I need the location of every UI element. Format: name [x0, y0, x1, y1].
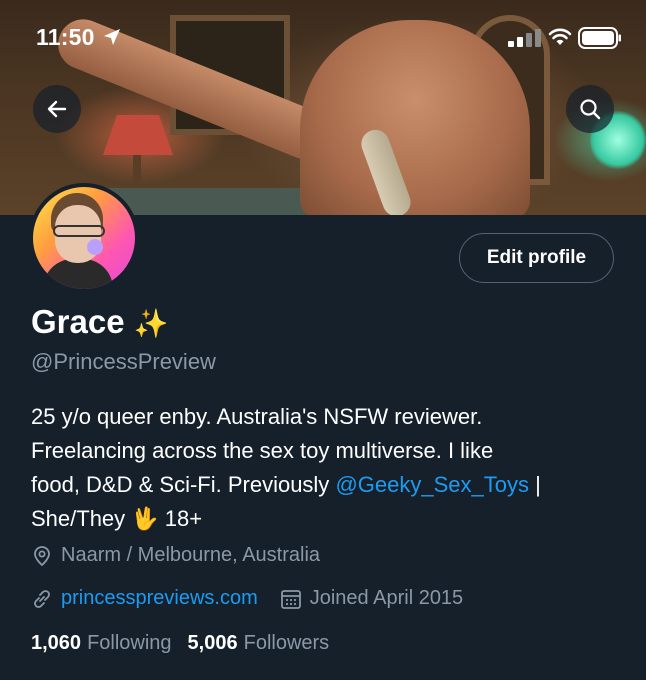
bio-text: 18+ — [158, 506, 203, 531]
edit-profile-button[interactable]: Edit profile — [459, 233, 614, 283]
back-arrow-icon — [47, 100, 67, 118]
profile-name-text: Grace — [31, 303, 125, 340]
avatar-toy — [87, 239, 103, 255]
bio-line: She/They 🖖 18+ — [31, 502, 621, 536]
following-link[interactable]: 1,060 Following — [31, 632, 172, 655]
bio-line: Freelancing across the sex toy multivers… — [31, 438, 494, 463]
follow-counts: 1,060 Following 5,006 Followers — [31, 632, 329, 655]
avatar-shirt — [43, 259, 113, 289]
location-row: Naarm / Melbourne, Australia — [31, 544, 320, 567]
link-icon — [34, 589, 50, 608]
status-bar: 11:50 — [0, 0, 646, 60]
sparkles-emoji: ✨ — [133, 308, 169, 339]
website-joined-row: princesspreviews.com Joined April 2015 — [31, 587, 463, 610]
status-time: 11:50 — [36, 24, 95, 50]
bio-line: food, D&D & Sci-Fi. Previously @Geeky_Se… — [31, 468, 621, 502]
calendar-icon — [280, 589, 301, 609]
avatar-glasses — [53, 225, 105, 237]
avatar[interactable] — [29, 183, 139, 293]
following-label: Following — [87, 632, 172, 654]
search-button[interactable] — [566, 85, 614, 133]
website-link[interactable]: princesspreviews.com — [61, 587, 258, 610]
search-icon — [580, 99, 601, 120]
followers-count: 5,006 — [187, 632, 238, 654]
profile-name: Grace ✨ — [31, 303, 169, 341]
joined-date: Joined April 2015 — [309, 587, 464, 609]
location-text: Naarm / Melbourne, Australia — [61, 544, 321, 566]
followers-link[interactable]: 5,006 Followers — [188, 632, 330, 655]
bio-text: | — [528, 472, 541, 497]
bio-text: food, D&D & Sci-Fi. Previously — [31, 472, 336, 497]
vulcan-salute-emoji: 🖖 — [131, 506, 159, 531]
profile-handle: @PrincessPreview — [31, 349, 216, 374]
profile-bio: 25 y/o queer enby. Australia's NSFW revi… — [31, 400, 621, 536]
following-count: 1,060 — [31, 632, 82, 654]
wifi-icon — [548, 28, 572, 45]
bio-text: She/They — [31, 506, 132, 531]
battery-icon — [578, 27, 621, 49]
location-arrow-icon — [104, 29, 120, 45]
signal-icon — [508, 29, 541, 47]
back-button[interactable] — [33, 85, 81, 133]
location-pin-icon — [34, 545, 50, 566]
avatar-image — [33, 187, 135, 289]
followers-label: Followers — [243, 632, 330, 654]
bio-mention-link[interactable]: @Geeky_Sex_Toys — [335, 472, 529, 497]
bio-line: 25 y/o queer enby. Australia's NSFW revi… — [31, 404, 483, 429]
